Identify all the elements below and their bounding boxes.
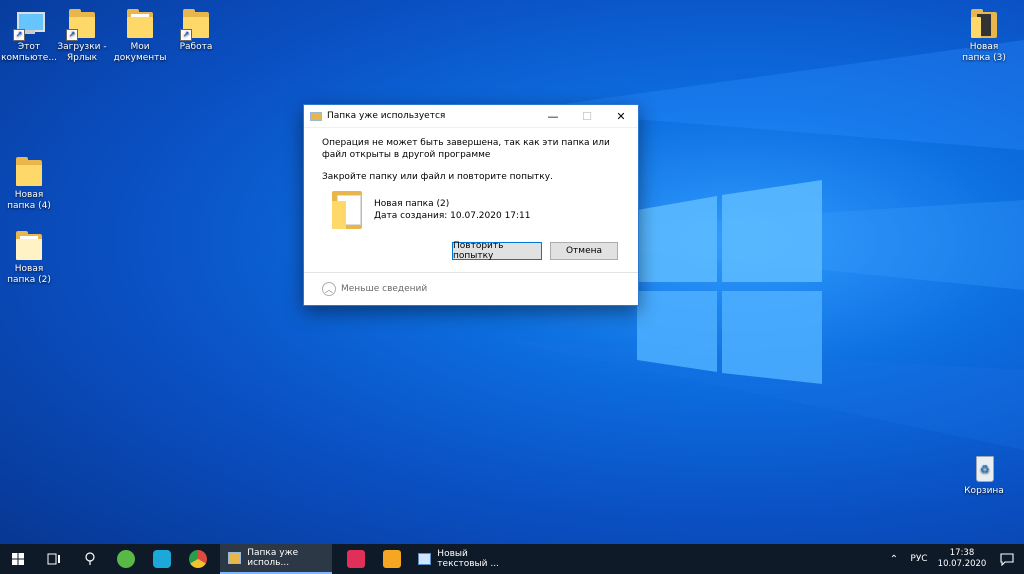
dialog-title: Папка уже используется (327, 111, 446, 121)
utorrent-icon (117, 550, 135, 568)
pinwheel-app[interactable] (338, 544, 374, 574)
desktop-icon-label: Корзина (964, 486, 1004, 496)
pinwheel-icon (347, 550, 365, 568)
fewer-details-toggle[interactable]: ︿ Меньше сведений (322, 282, 427, 296)
minimize-button[interactable]: — (536, 105, 570, 127)
desktop-icon-label: Работа (179, 42, 213, 52)
folder-icon (13, 156, 45, 188)
notification-icon (1000, 552, 1014, 566)
shortcut-arrow-icon: ↗ (180, 29, 192, 41)
desktop-icon-this-pc[interactable]: ↗ Этот компьюте... (0, 8, 58, 64)
taskbar-window-label: Новый текстовый ... (437, 549, 499, 569)
chrome-icon (189, 550, 207, 568)
desktop-icon-rabota[interactable]: ↗ Работа (167, 8, 225, 53)
chrome-app[interactable] (180, 544, 216, 574)
dialog-instruction: Закройте папку или файл и повторите попы… (322, 172, 553, 182)
shortcut-arrow-icon: ↗ (13, 29, 25, 41)
media-player-icon (383, 550, 401, 568)
dialog-titlebar[interactable]: Папка уже используется — ☐ ✕ (304, 105, 638, 128)
dialog-message: Операция не может быть завершена, так ка… (322, 138, 610, 160)
folder-icon (330, 187, 366, 231)
folder-in-use-icon (310, 111, 322, 121)
file-created-date: Дата создания: 10.07.2020 17:11 (374, 211, 531, 221)
folder-in-use-icon (228, 552, 242, 564)
folder-icon: ↗ (66, 8, 98, 41)
cancel-button[interactable]: Отмена (550, 242, 618, 260)
folder-in-use-dialog: Папка уже используется — ☐ ✕ Операция не… (303, 104, 639, 306)
file-name: Новая папка (2) (374, 199, 450, 209)
taskbar-window-folder-in-use[interactable]: Папка уже исполь... (220, 544, 332, 574)
desktop-icon-label: Мои документы (113, 42, 167, 63)
desktop-icon-recycle-bin[interactable]: ♻ Корзина (955, 452, 1013, 497)
clock-time: 17:38 (949, 548, 975, 558)
maximize-button: ☐ (582, 109, 592, 123)
desktop-icon-label: Новая папка (3) (962, 42, 1006, 63)
taskbar: Папка уже исполь... Новый текстовый ... … (0, 544, 1024, 574)
search-button[interactable] (72, 544, 108, 574)
desktop-icon-label: Новая папка (4) (7, 190, 51, 211)
retry-button[interactable]: Повторить попытку (452, 241, 542, 261)
taskbar-window-notepad[interactable]: Новый текстовый ... (410, 544, 522, 574)
fewer-details-label: Меньше сведений (341, 284, 428, 294)
desktop-icon-label: Этот компьюте... (1, 42, 57, 63)
windows-logo-icon (12, 553, 24, 565)
cortana-icon (85, 552, 95, 565)
divider (304, 272, 638, 273)
shortcut-arrow-icon: ↗ (66, 29, 78, 41)
show-hidden-icons-button[interactable]: ⌃ (884, 554, 904, 565)
notepad-icon (418, 553, 432, 565)
utorrent-app[interactable] (108, 544, 144, 574)
recycle-bin-icon: ♻ (968, 452, 1000, 484)
folder-icon (124, 8, 156, 40)
chevron-up-icon: ︿ (322, 282, 336, 296)
clock[interactable]: 17:38 10.07.2020 (934, 548, 990, 570)
folder-icon (968, 8, 1000, 40)
task-view-icon (47, 553, 60, 565)
desktop-icon-new-folder-2[interactable]: Новая папка (2) (0, 230, 58, 286)
desktop-icon-downloads-shortcut[interactable]: ↗ Загрузки - Ярлык (53, 8, 111, 64)
desktop-icon-my-documents[interactable]: Мои документы (111, 8, 169, 64)
task-view-button[interactable] (36, 544, 72, 574)
pinned-app[interactable] (144, 544, 180, 574)
desktop-icon-new-folder-3[interactable]: Новая папка (3) (955, 8, 1013, 64)
folder-icon (13, 230, 45, 262)
language-indicator[interactable]: РУС (904, 554, 934, 564)
desktop-icon-label: Новая папка (2) (7, 264, 51, 285)
media-player-app[interactable] (374, 544, 410, 574)
desktop-icon-new-folder-4[interactable]: Новая папка (4) (0, 156, 58, 212)
clock-date: 10.07.2020 (937, 559, 987, 569)
taskbar-window-label: Папка уже исполь... (247, 548, 299, 568)
desktop-icon-label: Загрузки - Ярлык (57, 42, 107, 63)
app-icon (153, 550, 171, 568)
close-button[interactable]: ✕ (604, 105, 638, 127)
start-button[interactable] (0, 544, 36, 574)
computer-icon: ↗ (13, 8, 45, 41)
folder-icon: ↗ (180, 8, 212, 41)
system-tray: ⌃ РУС 17:38 10.07.2020 (884, 544, 1024, 574)
notifications-button[interactable] (990, 552, 1024, 566)
